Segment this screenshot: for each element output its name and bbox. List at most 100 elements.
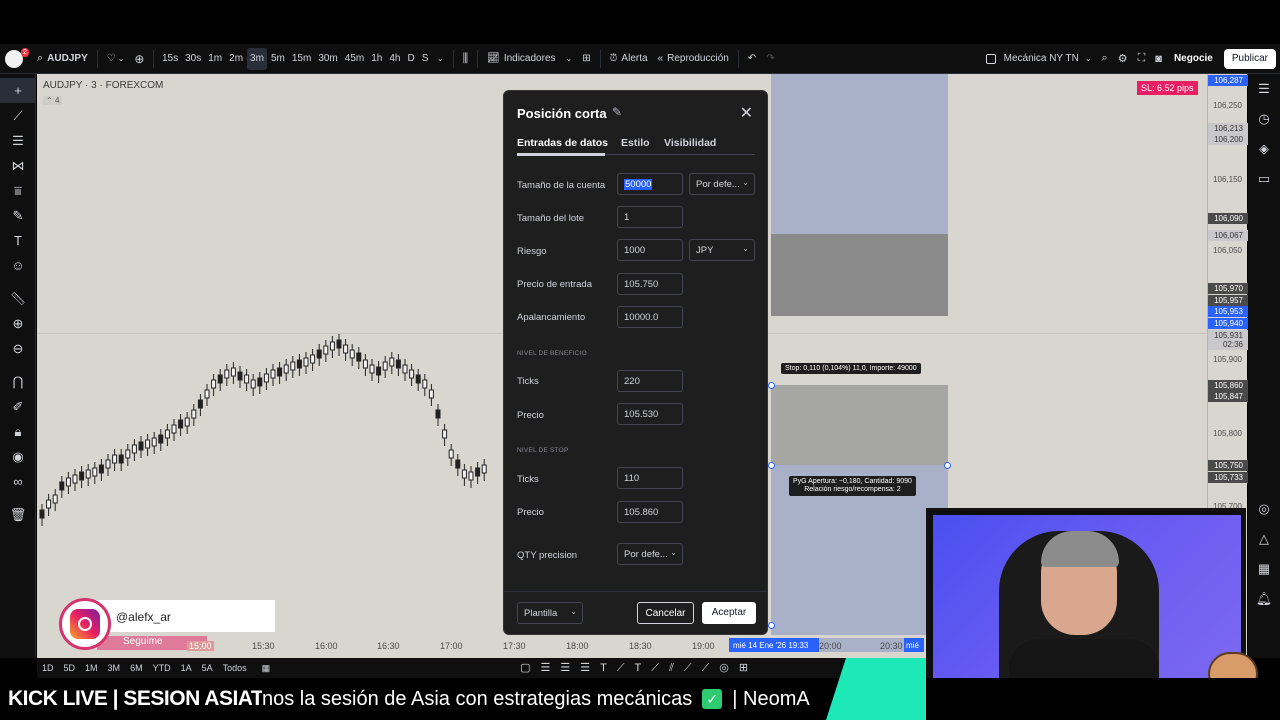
watchlist-button[interactable]: ☰ xyxy=(1248,74,1280,104)
undo-button[interactable]: ↶ xyxy=(743,48,761,70)
leverage-input[interactable]: 10000.0 xyxy=(617,306,683,328)
stop-price-input[interactable]: 105.860 xyxy=(617,501,683,523)
link-icon: ∞ xyxy=(13,474,23,489)
bottom-drawing-tools[interactable]: ▢☰☰☰T⟋T⟋⫽⟋⟋◎⊞ xyxy=(520,661,758,675)
account-mode-select[interactable]: Por defe... ⌄ xyxy=(689,173,755,195)
interval-5m[interactable]: 5m xyxy=(267,48,288,70)
tab-style[interactable]: Estilo xyxy=(621,137,650,149)
interval-D[interactable]: D xyxy=(404,48,418,70)
delete-tool[interactable]: 🗑︎ xyxy=(0,502,36,527)
quick-search-button[interactable]: ⌕ xyxy=(1097,48,1113,70)
account-size-input[interactable]: 50000 xyxy=(617,173,683,195)
position-handle[interactable] xyxy=(768,462,775,469)
alert-button[interactable]: ⏰︎ Alerta xyxy=(605,48,653,70)
range-5a[interactable]: 5A xyxy=(197,663,218,673)
accept-button[interactable]: Aceptar xyxy=(702,602,756,624)
crosshair-tool[interactable]: + xyxy=(0,78,36,103)
tab-visibility[interactable]: Visibilidad xyxy=(664,137,716,149)
tab-inputs[interactable]: Entradas de datos xyxy=(517,137,608,149)
qty-precision-select[interactable]: Por defe... ⌄ xyxy=(617,543,683,565)
interval-15m[interactable]: 15m xyxy=(288,48,314,70)
text-tool[interactable]: T xyxy=(0,228,36,253)
price-tag: 105,733 xyxy=(1208,472,1248,483)
chart-sub-count[interactable]: ⌃ 4 xyxy=(43,96,63,105)
layout-name-button[interactable]: Mecánica NY TN ⌄ xyxy=(981,48,1097,70)
indicators-icon: 📈︎ xyxy=(487,53,500,64)
replay-button[interactable]: « Reproducción xyxy=(653,48,734,70)
chart-type-button[interactable]: ⫼ xyxy=(458,48,474,70)
cancel-button[interactable]: Cancelar xyxy=(637,602,694,624)
rename-button[interactable]: ✎ xyxy=(612,105,622,119)
fullscreen-button[interactable]: ⛶ xyxy=(1133,48,1151,70)
trade-button[interactable]: Negocie xyxy=(1169,48,1218,70)
zoom-out-tool[interactable]: ⊖ xyxy=(0,336,36,361)
brush-tool[interactable]: ✎ xyxy=(0,203,36,228)
fib-tool[interactable]: ☰ xyxy=(0,128,36,153)
interval-15s[interactable]: 15s xyxy=(158,48,181,70)
snapshot-button[interactable]: ◙ xyxy=(1150,48,1167,70)
range-ytd[interactable]: YTD xyxy=(148,663,176,673)
close-button[interactable]: ✕ xyxy=(740,103,753,123)
prediction-tool[interactable]: ⩸ xyxy=(0,178,36,203)
chat-button[interactable]: ▭ xyxy=(1248,164,1280,194)
position-handle[interactable] xyxy=(944,462,951,469)
compare-button[interactable]: ♡ ⌄ xyxy=(102,48,130,70)
ruler-tool[interactable]: 📏︎ xyxy=(0,286,36,311)
goto-date-button[interactable]: ▦ xyxy=(252,663,281,674)
time-label: 18:30 xyxy=(629,641,652,651)
trendline-tool[interactable]: ⟋ xyxy=(0,103,36,128)
risk-currency-select[interactable]: JPY ⌄ xyxy=(689,239,755,261)
range-1d[interactable]: 1D xyxy=(37,663,59,673)
emoji-tool[interactable]: ☺ xyxy=(0,253,36,278)
pattern-tool[interactable]: ⋈ xyxy=(0,153,36,178)
candle-body xyxy=(382,361,388,371)
ideas-button[interactable]: △ xyxy=(1248,524,1280,554)
interval-S[interactable]: S xyxy=(418,48,432,70)
range-1a[interactable]: 1A xyxy=(176,663,197,673)
risk-input[interactable]: 1000 xyxy=(617,239,683,261)
redo-button[interactable]: ↷ xyxy=(761,48,779,70)
layers-button[interactable]: ◈ xyxy=(1248,134,1280,164)
magnet-tool[interactable]: ⋂ xyxy=(0,369,36,394)
position-handle[interactable] xyxy=(768,622,775,629)
range-6m[interactable]: 6M xyxy=(125,663,148,673)
interval-1h[interactable]: 1h xyxy=(368,48,386,70)
interval-2m[interactable]: 2m xyxy=(226,48,247,70)
lot-size-input[interactable]: 1 xyxy=(617,206,683,228)
range-3m[interactable]: 3M xyxy=(103,663,126,673)
target-button[interactable]: ◎ xyxy=(1248,494,1280,524)
position-handle[interactable] xyxy=(768,382,775,389)
interval-4h[interactable]: 4h xyxy=(386,48,404,70)
notifications-button[interactable]: 🔔︎ xyxy=(1248,584,1280,614)
user-avatar[interactable]: 2 xyxy=(0,47,29,70)
calendar-button[interactable]: ▦ xyxy=(1248,554,1280,584)
publish-button[interactable]: Publicar xyxy=(1223,48,1276,69)
indicators-button[interactable]: 📈︎ Indicadores ⌄ xyxy=(482,48,577,70)
draw-mode-tool[interactable]: ✐ xyxy=(0,394,36,419)
lock-tool[interactable]: 🔒︎ xyxy=(0,419,36,444)
layouts-button[interactable]: ⊞ xyxy=(577,48,595,70)
stop-ticks-input[interactable]: 110 xyxy=(617,467,683,489)
visibility-tool[interactable]: ◉ xyxy=(0,444,36,469)
template-select[interactable]: Plantilla ⌄ xyxy=(517,602,583,624)
interval-3m[interactable]: 3m xyxy=(246,47,268,70)
interval-30s[interactable]: 30s xyxy=(182,48,205,70)
interval-30m[interactable]: 30m xyxy=(315,48,341,70)
zoom-in-tool[interactable]: ⊕ xyxy=(0,311,36,336)
entry-price-input[interactable]: 105.750 xyxy=(617,273,683,295)
profit-ticks-input[interactable]: 220 xyxy=(617,370,683,392)
symbol-search[interactable]: ⌕ AUDJPY xyxy=(32,48,93,70)
add-symbol-button[interactable]: ⊕ xyxy=(129,48,149,70)
range-5d[interactable]: 5D xyxy=(59,663,81,673)
range-1m[interactable]: 1M xyxy=(80,663,103,673)
interval-45m[interactable]: 45m xyxy=(341,48,367,70)
link-tool[interactable]: ∞ xyxy=(0,469,36,494)
interval-1m[interactable]: 1m xyxy=(205,48,226,70)
alerts-panel-button[interactable]: ◷ xyxy=(1248,104,1280,134)
time-scale[interactable]: mié 14 Ene '26 19:33 mié 15:00 15:30 16:00… xyxy=(37,636,927,656)
settings-button[interactable]: ⚙︎ xyxy=(1113,48,1133,70)
interval-dropdown[interactable]: ⌄ xyxy=(432,48,449,70)
range-todos[interactable]: Todos xyxy=(218,663,252,673)
profit-price-input[interactable]: 105.530 xyxy=(617,403,683,425)
profit-zone-shade xyxy=(771,234,948,316)
